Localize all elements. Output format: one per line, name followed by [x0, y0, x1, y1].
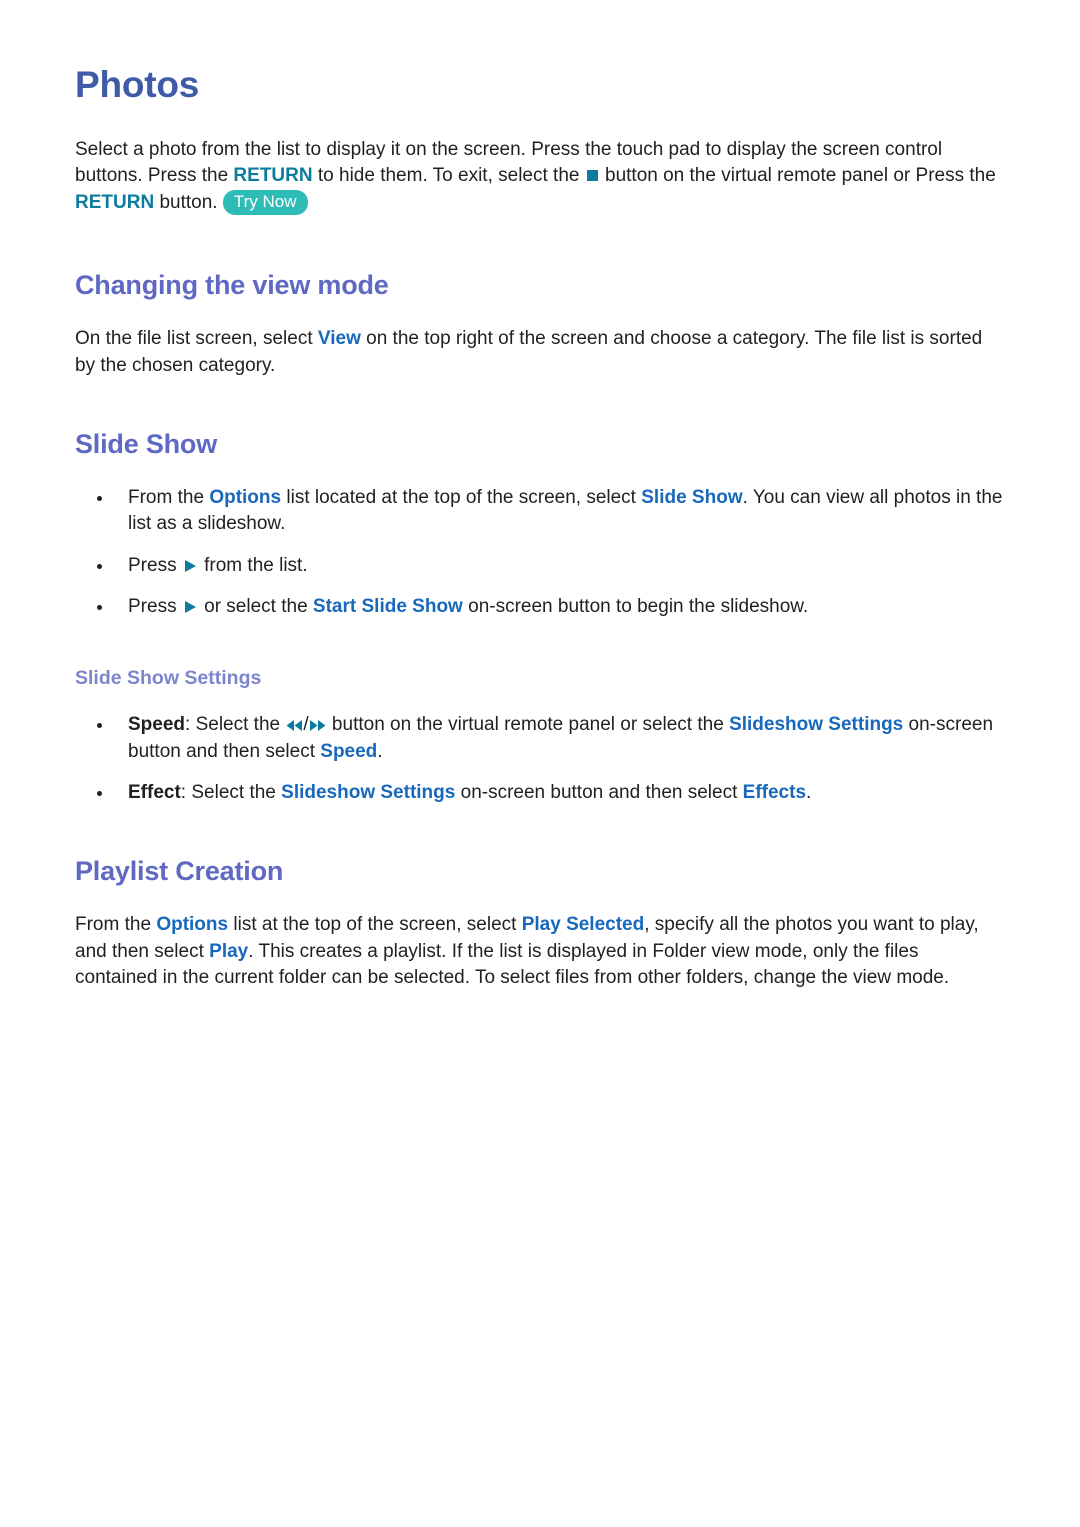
return-key-link-2[interactable]: RETURN: [75, 192, 154, 213]
slide-show-settings-bullet-list: Speed: Select the / button on the virtua…: [75, 690, 1005, 807]
slideshow-settings-link-1[interactable]: Slideshow Settings: [729, 714, 903, 735]
intro-paragraph: Select a photo from the list to display …: [75, 107, 1005, 217]
rewind-double-arrow-icon: [285, 720, 303, 732]
fast-forward-double-arrow-icon: [309, 720, 327, 732]
effects-link[interactable]: Effects: [743, 782, 806, 803]
sss-b1-text-1: : Select the: [185, 714, 286, 736]
slide-show-link[interactable]: Slide Show: [641, 487, 742, 508]
sss-b2-text-2: on-screen button and then select: [455, 782, 743, 804]
speed-link[interactable]: Speed: [320, 741, 377, 762]
section-heading-playlist-creation: Playlist Creation: [75, 855, 284, 886]
intro-text-3: button on the virtual remote panel or Pr…: [599, 165, 996, 187]
ss-b2-text-1: Press: [128, 554, 182, 576]
ss-b3-text-1: Press: [128, 596, 182, 618]
return-key-link-1[interactable]: RETURN: [233, 165, 312, 186]
speed-label: Speed: [128, 714, 186, 736]
subsection-heading-slide-show-settings: Slide Show Settings: [75, 666, 262, 689]
playlist-creation-paragraph: From the Options list at the top of the …: [75, 887, 1005, 992]
ss-b2-text-2: from the list.: [198, 554, 308, 576]
ss-b3-text-3: on-screen button to begin the slideshow.: [462, 596, 809, 618]
slide-show-bullet-list: From the Options list located at the top…: [75, 461, 1005, 621]
section-heading-slide-show: Slide Show: [75, 429, 218, 460]
intro-text-2: to hide them. To exit, select the: [312, 165, 585, 187]
cvm-text-1: On the file list screen, select: [75, 328, 318, 350]
effect-label: Effect: [128, 782, 181, 804]
changing-view-mode-paragraph: On the file list screen, select View on …: [75, 301, 1005, 379]
ss-b1-text-2: list located at the top of the screen, s…: [281, 486, 642, 508]
intro-text-4: button.: [154, 191, 223, 213]
sss-b2-text-1: : Select the: [180, 782, 282, 804]
list-item: From the Options list located at the top…: [75, 485, 1005, 538]
list-item: Speed: Select the / button on the virtua…: [75, 712, 1005, 765]
list-item: Press from the list.: [75, 553, 1005, 580]
page-title: Photos: [75, 64, 200, 105]
list-item: Effect: Select the Slideshow Settings on…: [75, 780, 1005, 807]
try-now-badge[interactable]: Try Now: [222, 189, 308, 215]
options-link-1[interactable]: Options: [209, 487, 281, 508]
ss-b3-text-2: or select the: [198, 596, 313, 618]
sss-b1-text-4: .: [377, 740, 383, 762]
play-triangle-icon: [182, 559, 199, 572]
play-link[interactable]: Play: [209, 941, 248, 962]
sss-b1-text-2: button on the virtual remote panel or se…: [326, 714, 730, 736]
view-link[interactable]: View: [318, 328, 361, 349]
stop-square-icon: [585, 170, 600, 182]
list-item: Press or select the Start Slide Show on-…: [75, 594, 1005, 621]
play-triangle-icon: [182, 601, 199, 614]
pc-text-1: From the: [75, 914, 157, 936]
play-selected-link[interactable]: Play Selected: [522, 914, 645, 935]
options-link-2[interactable]: Options: [156, 914, 228, 935]
pc-text-2: list at the top of the screen, select: [228, 914, 522, 936]
section-heading-changing-view-mode: Changing the view mode: [75, 270, 389, 301]
document-page: Photos Select a photo from the list to d…: [0, 0, 1080, 1527]
sss-b2-text-3: .: [806, 782, 812, 804]
ss-b1-text-1: From the: [128, 486, 210, 508]
slideshow-settings-link-2[interactable]: Slideshow Settings: [281, 782, 455, 803]
start-slide-show-link[interactable]: Start Slide Show: [313, 596, 463, 617]
